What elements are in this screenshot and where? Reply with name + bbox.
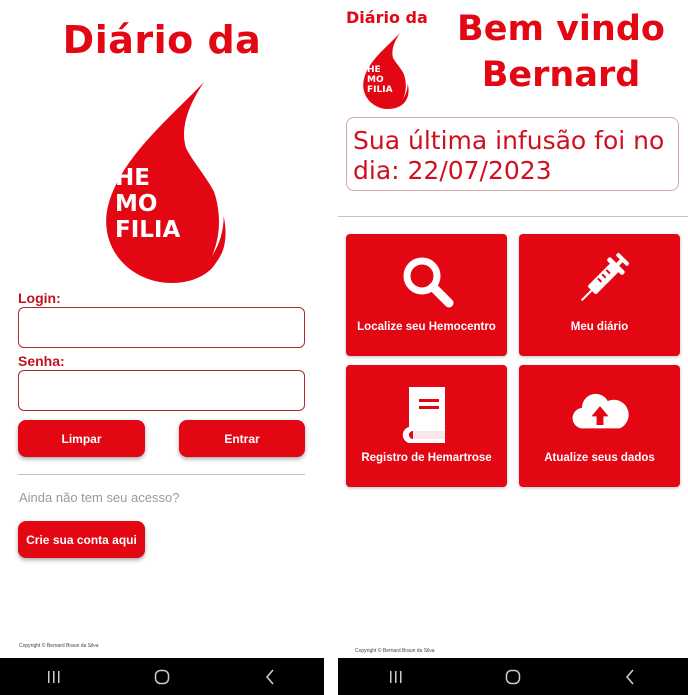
clear-button[interactable]: Limpar [18,420,145,457]
tile-label: Atualize seus dados [544,452,655,464]
home-screen: Diário da HE MO FILIA Bem vindo Bernard … [338,0,688,695]
book-icon [402,387,445,443]
tile-label: Meu diário [570,321,629,333]
home-icon[interactable] [493,658,533,695]
back-icon[interactable] [610,658,650,695]
tile-label: Localize seu Hemocentro [357,321,496,333]
no-access-text: Ainda não tem seu acesso? [19,490,180,505]
system-nav-bar [338,658,688,695]
tile-label: Registro de Hemartrose [361,452,492,464]
copyright: Copyright © Bernard Braun da Silva [355,648,435,654]
logo-text-he: HE [115,165,150,191]
tile-my-diary[interactable]: Meu diário [519,234,680,356]
recent-apps-icon[interactable] [376,658,416,695]
welcome-heading: Bem vindo Bernard [434,6,688,98]
tile-locate-hemocentro[interactable]: Localize seu Hemocentro [346,234,507,356]
password-label: Senha: [18,353,65,369]
login-label: Login: [18,290,61,306]
create-account-button[interactable]: Crie sua conta aqui [18,521,145,558]
recent-apps-icon[interactable] [34,658,74,695]
syringe-icon [580,252,629,302]
logo-small-text-he: HE [367,65,381,75]
enter-button[interactable]: Entrar [179,420,305,457]
divider [338,216,688,217]
brand-title: Diário da [346,8,428,27]
logo-small-text-filia: FILIA [367,85,393,95]
password-input[interactable] [18,370,305,411]
welcome-line-1: Bem vindo [457,9,665,49]
home-icon[interactable] [142,658,182,695]
login-screen: Diário da HE MO FILIA Login: Senha: Limp… [0,0,324,695]
last-infusion-card: Sua última infusão foi no dia: 22/07/202… [346,117,679,191]
tile-hemarthrosis-record[interactable]: Registro de Hemartrose [346,365,507,487]
app-title: Diário da [62,18,262,62]
back-icon[interactable] [250,658,290,695]
logo-text-filia: FILIA [115,217,180,243]
divider [18,474,305,475]
copyright: Copyright © Bernard Braun da Silva [19,643,99,649]
hemofilia-logo-small: HE MO FILIA [363,33,409,109]
cloud-upload-icon [572,393,629,429]
hemofilia-logo: HE MO FILIA [106,82,236,283]
logo-small-text-mo: MO [367,75,384,85]
welcome-line-2: Bernard [481,55,641,95]
screens-gap [324,0,338,695]
system-nav-bar [0,658,324,695]
search-icon [403,257,453,308]
tile-update-data[interactable]: Atualize seus dados [519,365,680,487]
logo-text-mo: MO [115,191,157,217]
login-input[interactable] [18,307,305,348]
